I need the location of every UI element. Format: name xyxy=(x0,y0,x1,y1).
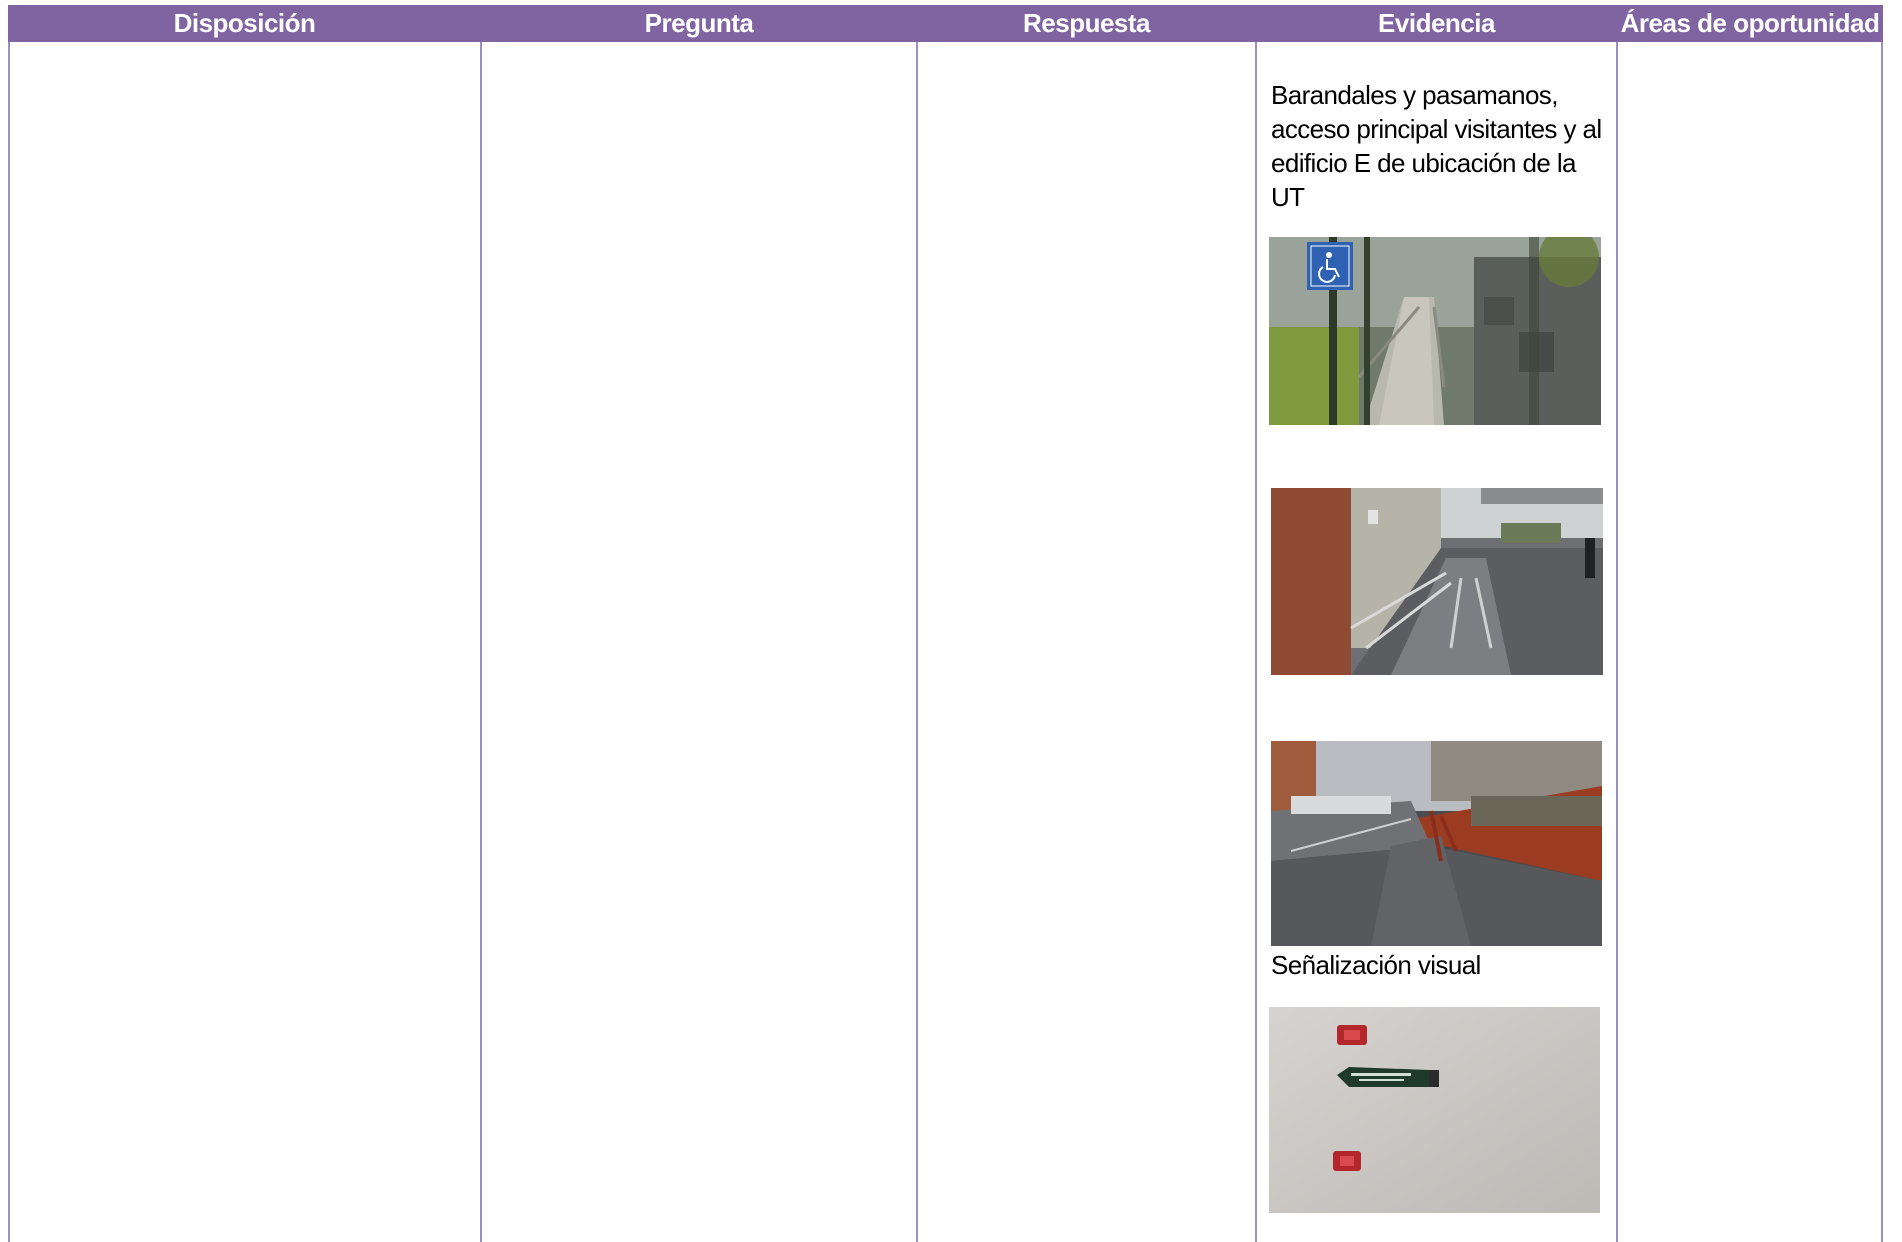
cell-pregunta xyxy=(482,42,916,1242)
header-respuesta: Respuesta xyxy=(1023,8,1151,38)
evidence-caption-visual-signage: Señalización visual xyxy=(1271,950,1481,980)
photo-building-e-ramp xyxy=(1271,488,1603,675)
header-pregunta: Pregunta xyxy=(644,8,754,38)
cell-areas-de-oportunidad xyxy=(1618,42,1881,1242)
cell-respuesta xyxy=(918,42,1255,1242)
cell-disposicion xyxy=(10,42,480,1242)
header-evidencia: Evidencia xyxy=(1378,8,1495,38)
header-disposicion: Disposición xyxy=(173,8,316,38)
photo-visual-signage-wall xyxy=(1269,1007,1600,1213)
photo-accessible-ramp-handrails xyxy=(1269,237,1601,425)
column-border-3 xyxy=(1255,42,1257,1242)
table-header-row: Disposición Pregunta Respuesta Evidencia… xyxy=(8,5,1883,42)
evidence-caption-handrails: Barandales y pasamanos, acceso principal… xyxy=(1271,80,1602,212)
evidence-table: Disposición Pregunta Respuesta Evidencia… xyxy=(0,0,1902,1242)
header-areas-de-oportunidad: Áreas de oportunidad xyxy=(1620,8,1880,38)
photo-plaza-ramp xyxy=(1271,741,1602,946)
column-border-right xyxy=(1881,42,1883,1242)
